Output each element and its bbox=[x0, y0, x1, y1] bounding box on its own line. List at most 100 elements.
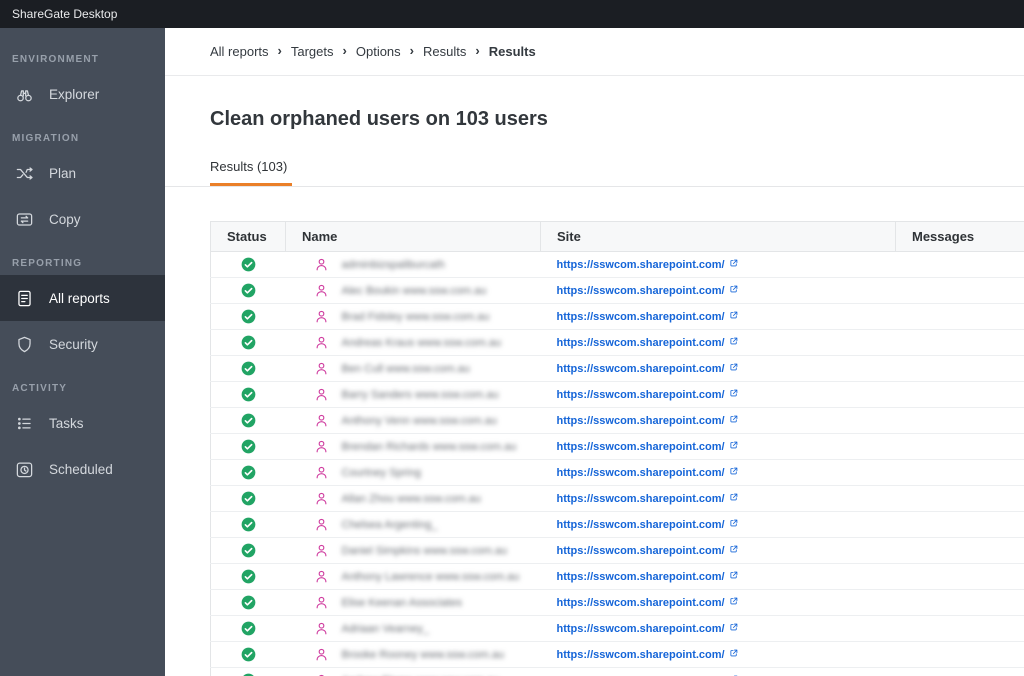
site-link[interactable]: https://sswcom.sharepoint.com/ bbox=[553, 440, 739, 453]
site-cell: https://sswcom.sharepoint.com/ bbox=[540, 355, 896, 382]
site-link[interactable]: https://sswcom.sharepoint.com/ bbox=[553, 570, 739, 583]
external-link-icon bbox=[729, 258, 739, 271]
site-link[interactable]: https://sswcom.sharepoint.com/ bbox=[553, 258, 739, 271]
site-link[interactable]: https://sswcom.sharepoint.com/ bbox=[553, 622, 739, 635]
transfer-icon bbox=[15, 210, 34, 229]
table-row[interactable]: Ben Cull www.ssw.com.au https://sswcom.s… bbox=[210, 355, 1024, 382]
message-cell bbox=[895, 251, 1024, 278]
site-link[interactable]: https://sswcom.sharepoint.com/ bbox=[553, 284, 739, 297]
breadcrumb-targets[interactable]: Targets bbox=[291, 44, 334, 59]
table-row[interactable]: Anthony Venn www.ssw.com.au https://sswc… bbox=[210, 407, 1024, 434]
table-row[interactable]: Adriaan Vearney_ https://sswcom.sharepoi… bbox=[210, 615, 1024, 642]
table-row[interactable]: Anthony Lawrence www.ssw.com.au https://… bbox=[210, 563, 1024, 590]
breadcrumb-options[interactable]: Options bbox=[356, 44, 401, 59]
table-row[interactable]: Alec Boukin www.ssw.com.au https://sswco… bbox=[210, 277, 1024, 304]
success-check-icon bbox=[241, 257, 256, 272]
sidebar-item-scheduled[interactable]: Scheduled bbox=[0, 446, 165, 492]
sidebar-item-tasks[interactable]: Tasks bbox=[0, 400, 165, 446]
name-cell: Alec Boukin www.ssw.com.au bbox=[285, 277, 541, 304]
person-icon bbox=[314, 465, 329, 480]
person-icon bbox=[314, 517, 329, 532]
site-cell: https://sswcom.sharepoint.com/ bbox=[540, 485, 896, 512]
sidebar-item-security[interactable]: Security bbox=[0, 321, 165, 367]
main-content: All reports › Targets › Options › Result… bbox=[165, 28, 1024, 676]
user-name: Alec Boukin www.ssw.com.au bbox=[341, 284, 487, 297]
status-cell bbox=[210, 433, 286, 460]
status-cell bbox=[210, 303, 286, 330]
status-cell bbox=[210, 459, 286, 486]
column-header-site[interactable]: Site bbox=[540, 221, 896, 252]
app-title: ShareGate Desktop bbox=[12, 7, 118, 21]
table-row[interactable]: Barry Sanders www.ssw.com.au https://ssw… bbox=[210, 381, 1024, 408]
table-row[interactable]: Brooke Rooney www.ssw.com.au https://ssw… bbox=[210, 641, 1024, 668]
site-link[interactable]: https://sswcom.sharepoint.com/ bbox=[553, 466, 739, 479]
column-header-name[interactable]: Name bbox=[285, 221, 541, 252]
external-link-icon bbox=[729, 388, 739, 401]
site-link-text: https://sswcom.sharepoint.com/ bbox=[556, 518, 725, 531]
message-cell bbox=[895, 615, 1024, 642]
report-icon bbox=[15, 289, 34, 308]
table-row[interactable]: Brendan Richards www.ssw.com.au https://… bbox=[210, 433, 1024, 460]
user-name: Allan Zhou www.ssw.com.au bbox=[341, 492, 481, 505]
sidebar-item-all-reports[interactable]: All reports bbox=[0, 275, 165, 321]
site-link-text: https://sswcom.sharepoint.com/ bbox=[556, 596, 725, 609]
status-cell bbox=[210, 615, 286, 642]
status-cell bbox=[210, 485, 286, 512]
site-link-text: https://sswcom.sharepoint.com/ bbox=[556, 466, 725, 479]
sidebar-item-plan[interactable]: Plan bbox=[0, 150, 165, 196]
site-link[interactable]: https://sswcom.sharepoint.com/ bbox=[553, 388, 739, 401]
site-link[interactable]: https://sswcom.sharepoint.com/ bbox=[553, 492, 739, 505]
window-titlebar: ShareGate Desktop bbox=[0, 0, 1024, 28]
sidebar-item-explorer[interactable]: Explorer bbox=[0, 71, 165, 117]
site-link[interactable]: https://sswcom.sharepoint.com/ bbox=[553, 310, 739, 323]
site-link[interactable]: https://sswcom.sharepoint.com/ bbox=[553, 648, 739, 661]
success-check-icon bbox=[241, 543, 256, 558]
sidebar-item-label: All reports bbox=[49, 290, 110, 306]
site-link-text: https://sswcom.sharepoint.com/ bbox=[556, 388, 725, 401]
person-icon bbox=[314, 361, 329, 376]
table-row[interactable]: Chelsea Argenting_ https://sswcom.sharep… bbox=[210, 511, 1024, 538]
table-row[interactable]: Brad Fidsley www.ssw.com.au https://sswc… bbox=[210, 303, 1024, 330]
site-link-text: https://sswcom.sharepoint.com/ bbox=[556, 440, 725, 453]
site-link[interactable]: https://sswcom.sharepoint.com/ bbox=[553, 596, 739, 609]
table-row[interactable]: adminbizspaliburcath https://sswcom.shar… bbox=[210, 251, 1024, 278]
table-row[interactable]: Courtney Spring https://sswcom.sharepoin… bbox=[210, 459, 1024, 486]
breadcrumb-results-current: Results bbox=[488, 44, 536, 59]
breadcrumb: All reports › Targets › Options › Result… bbox=[165, 28, 1024, 76]
person-icon bbox=[314, 387, 329, 402]
column-header-status[interactable]: Status bbox=[210, 221, 286, 252]
breadcrumb-all-reports[interactable]: All reports bbox=[210, 44, 269, 59]
person-icon bbox=[314, 335, 329, 350]
sidebar-item-copy[interactable]: Copy bbox=[0, 196, 165, 242]
status-cell bbox=[210, 589, 286, 616]
site-link[interactable]: https://sswcom.sharepoint.com/ bbox=[553, 336, 739, 349]
message-cell bbox=[895, 667, 1024, 676]
table-row[interactable]: Allan Zhou www.ssw.com.au https://sswcom… bbox=[210, 485, 1024, 512]
table-row[interactable]: Elise Keenan Associates https://sswcom.s… bbox=[210, 589, 1024, 616]
person-icon bbox=[314, 439, 329, 454]
site-link-text: https://sswcom.sharepoint.com/ bbox=[556, 648, 725, 661]
site-cell: https://sswcom.sharepoint.com/ bbox=[540, 251, 896, 278]
success-check-icon bbox=[241, 491, 256, 506]
breadcrumb-results[interactable]: Results bbox=[423, 44, 466, 59]
user-name: Barry Sanders www.ssw.com.au bbox=[341, 388, 499, 401]
site-link[interactable]: https://sswcom.sharepoint.com/ bbox=[553, 518, 739, 531]
site-link-text: https://sswcom.sharepoint.com/ bbox=[556, 258, 725, 271]
name-cell: Daniel Simpkins www.ssw.com.au bbox=[285, 537, 541, 564]
table-row[interactable]: Andreas Kraus www.ssw.com.au https://ssw… bbox=[210, 329, 1024, 356]
user-name: Brooke Rooney www.ssw.com.au bbox=[341, 648, 505, 661]
site-link[interactable]: https://sswcom.sharepoint.com/ bbox=[553, 414, 739, 427]
name-cell: Brendan Richards www.ssw.com.au bbox=[285, 433, 541, 460]
message-cell bbox=[895, 563, 1024, 590]
column-header-messages[interactable]: Messages bbox=[895, 221, 1024, 252]
user-name: Daniel Simpkins www.ssw.com.au bbox=[341, 544, 508, 557]
person-icon bbox=[314, 569, 329, 584]
table-row[interactable]: Andrew Blems www.ssw.com.au https://sswc… bbox=[210, 667, 1024, 676]
site-link[interactable]: https://sswcom.sharepoint.com/ bbox=[553, 544, 739, 557]
table-row[interactable]: Daniel Simpkins www.ssw.com.au https://s… bbox=[210, 537, 1024, 564]
message-cell bbox=[895, 511, 1024, 538]
name-cell: Adriaan Vearney_ bbox=[285, 615, 541, 642]
site-link[interactable]: https://sswcom.sharepoint.com/ bbox=[553, 362, 739, 375]
site-link-text: https://sswcom.sharepoint.com/ bbox=[556, 284, 725, 297]
tab-results[interactable]: Results (103) bbox=[210, 159, 287, 186]
